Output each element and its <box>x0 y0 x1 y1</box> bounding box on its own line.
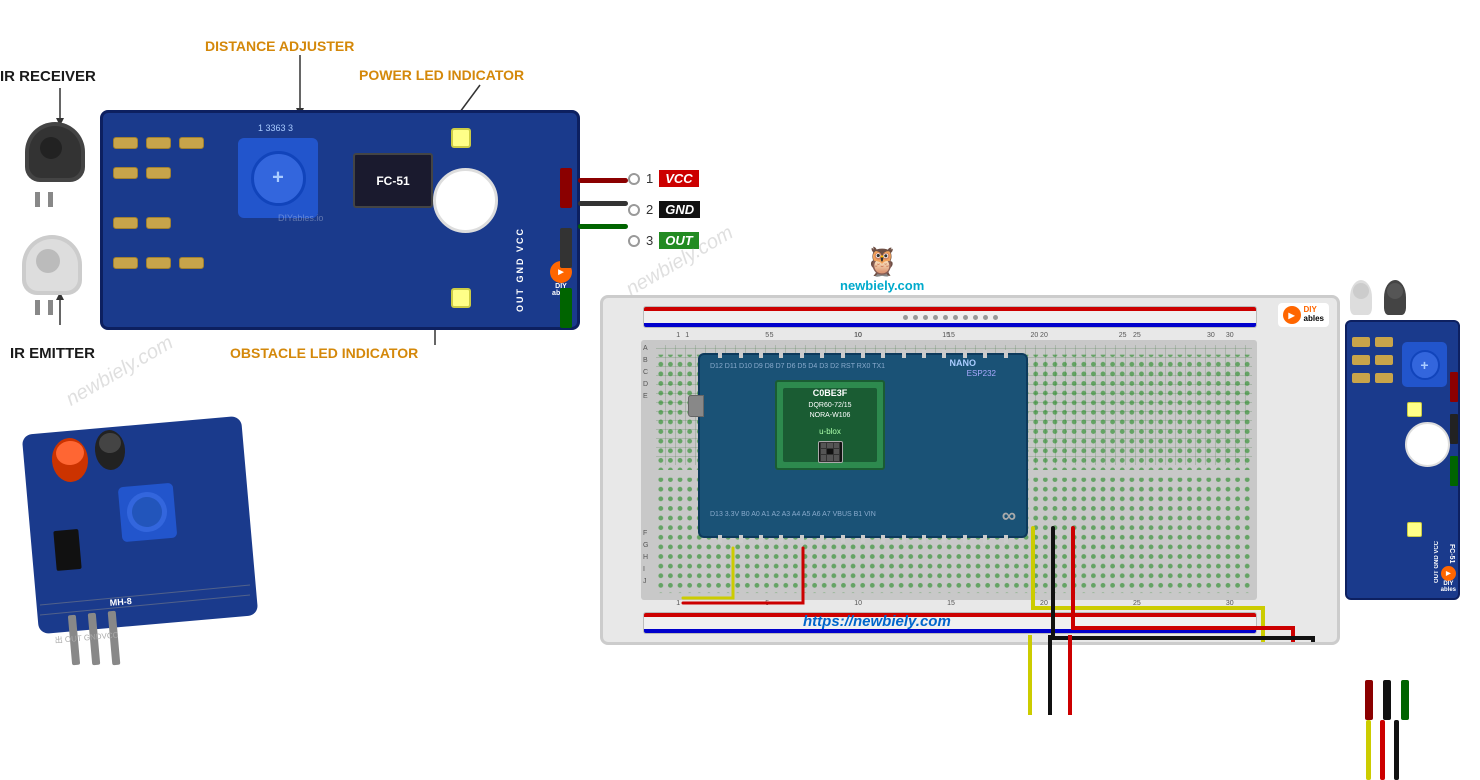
breadboard: ▶ DIYables <box>600 295 1340 645</box>
label-obstacle-led: OBSTACLE LED INDICATOR <box>230 345 418 361</box>
obstacle-led <box>451 288 471 308</box>
arduino-nano-esp32: C0BE3F DQR60-72/15 NORA-W106 u-blox <box>698 353 1028 538</box>
diy-logo-breadboard: ▶ DIYables <box>1278 303 1329 327</box>
esp32-chip: C0BE3F DQR60-72/15 NORA-W106 u-blox <box>775 380 885 470</box>
newbiely-branding-top: 🦉 newbiely.com <box>840 245 924 293</box>
row-labels-abcde: A B C D E <box>643 345 648 400</box>
esp232-label: ESP232 <box>967 369 996 378</box>
label-distance-adjuster: DISTANCE ADJUSTER <box>205 38 354 54</box>
label-ir-emitter: IR EMITTER <box>10 345 95 362</box>
pin-labels-bottom: D13 3.3V B0 A0 A1 A2 A3 A4 A5 A6 A7 VBUS… <box>710 511 876 518</box>
power-led <box>451 128 471 148</box>
potentiometer <box>238 138 318 218</box>
main-container: IR RECEIVER DISTANCE ADJUSTER POWER LED … <box>0 0 1480 763</box>
label-ir-receiver: IR RECEIVER <box>0 68 96 85</box>
label-power-led: POWER LED INDICATOR <box>359 67 524 83</box>
photo-sensor: 出 OUT GNDVCC MH-8 <box>0 385 300 705</box>
url-label: https://newbiely.com <box>803 613 951 630</box>
board-brand-watermark: DIYables.io <box>278 213 323 223</box>
board-text-out-gnd-vcc: OUT GND VCC <box>515 227 525 312</box>
right-sensor-leds <box>1350 280 1406 315</box>
wire-vcc-horizontal <box>578 178 628 183</box>
svg-text:MH-8: MH-8 <box>109 596 132 608</box>
right-sensor: + FC-51 OUT GND VCC ▶ DIY ables <box>1345 280 1475 730</box>
row-labels-fghij: F G H I J <box>643 530 648 585</box>
pin-label-group: 1 VCC 2 GND 3 OUT <box>628 170 700 249</box>
sensor-diagram: IR RECEIVER DISTANCE ADJUSTER POWER LED … <box>0 30 620 370</box>
wire-yellow-right <box>1366 720 1371 780</box>
ir-emitter-component <box>20 235 90 305</box>
wire-gnd-horizontal <box>578 201 628 206</box>
wire-red-right <box>1380 720 1385 780</box>
ir-receiver-component <box>20 122 95 197</box>
right-board-fc51: FC-51 <box>1448 544 1455 563</box>
right-sensor-board: + FC-51 OUT GND VCC ▶ DIY ables <box>1345 320 1460 600</box>
top-power-rail <box>643 306 1257 328</box>
wire-out-horizontal <box>578 224 628 229</box>
fc51-chip: FC-51 <box>353 153 433 208</box>
column-numbers-main: 151015202530 <box>655 332 1255 339</box>
pin-labels-top: D12 D11 D10 D9 D8 D7 D6 D5 D4 D3 D2 RST … <box>710 363 885 370</box>
connector-pins <box>560 168 572 328</box>
column-numbers-bottom: 151015202530 <box>655 600 1255 607</box>
arduino-symbol: ∞ <box>1002 505 1016 528</box>
sensor-board: 1 3363 3 FC-51 OUT GND VCC ▶ <box>100 110 580 330</box>
right-sensor-bottom-pins <box>1365 680 1409 720</box>
right-board-out-gnd-vcc: OUT GND VCC <box>1434 541 1440 583</box>
nano-label: NANO <box>950 358 977 368</box>
bottom-wires <box>600 635 1360 725</box>
wire-black-right <box>1394 720 1399 780</box>
breadboard-section: 🦉 newbiely.com 🦉 newbiely.com ▶ DIYables <box>600 295 1360 685</box>
